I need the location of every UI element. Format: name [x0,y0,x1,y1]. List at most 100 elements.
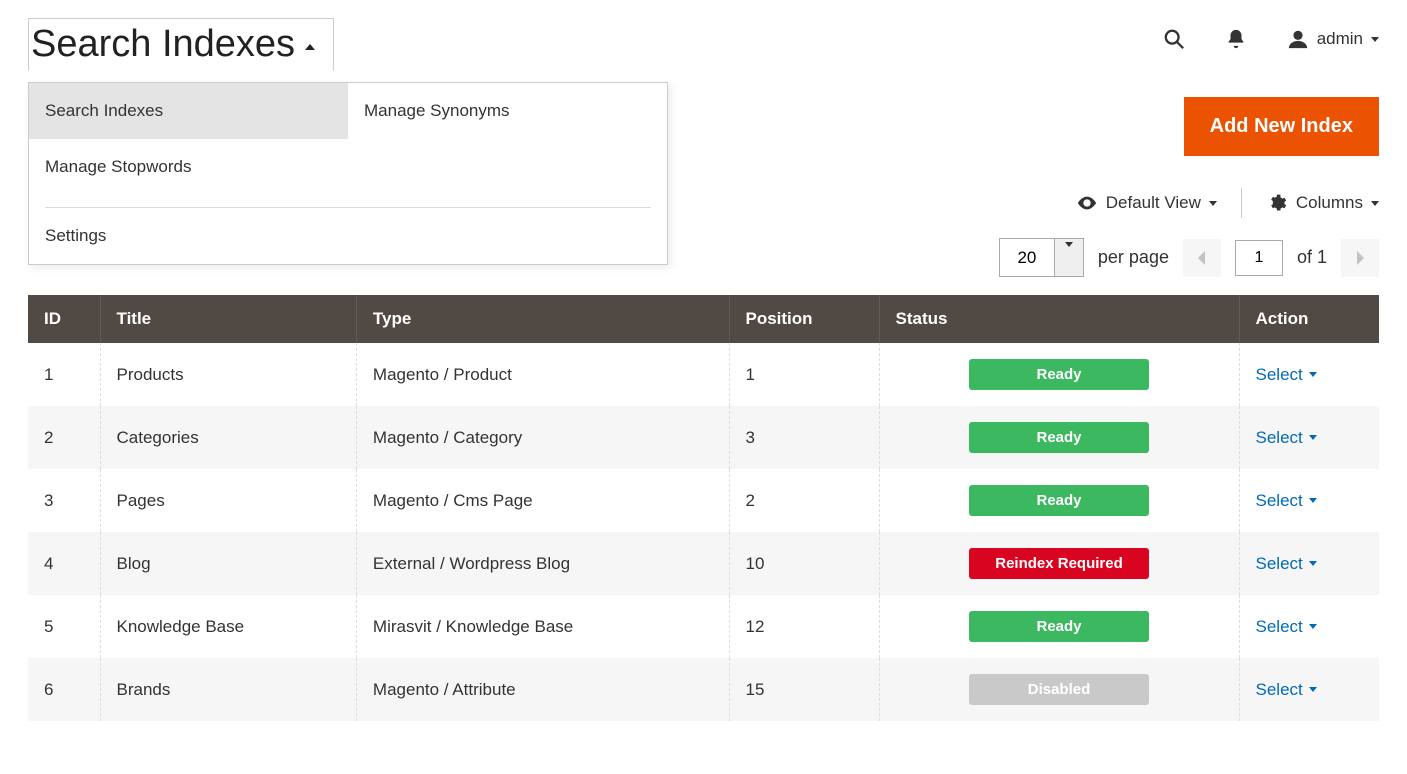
col-title[interactable]: Title [100,295,356,343]
select-action[interactable]: Select [1256,554,1317,574]
cell-type: Magento / Product [356,343,729,406]
table-row: 6BrandsMagento / Attribute15 Disabled Sele… [28,658,1379,721]
col-position[interactable]: Position [729,295,879,343]
cell-action: Select [1239,658,1379,721]
select-action-label: Select [1256,491,1303,511]
select-action-label: Select [1256,554,1303,574]
cell-status: Ready [879,406,1239,469]
user-icon [1287,28,1309,50]
caret-up-icon [305,44,315,50]
cell-type: Magento / Cms Page [356,469,729,532]
page-size-control [999,238,1084,277]
cell-title: Pages [100,469,356,532]
cell-type: Mirasvit / Knowledge Base [356,595,729,658]
status-badge: Reindex Required [969,548,1149,579]
cell-status: Disabled [879,658,1239,721]
per-page-label: per page [1098,247,1169,268]
cell-action: Select [1239,595,1379,658]
status-badge: Disabled [969,674,1149,705]
cell-status: Ready [879,343,1239,406]
page-header: Search Indexes Search Indexes Manage Syn… [0,0,1407,81]
cell-position: 15 [729,658,879,721]
select-action-label: Select [1256,680,1303,700]
select-action[interactable]: Select [1256,680,1317,700]
columns-label: Columns [1296,193,1363,213]
select-action[interactable]: Select [1256,428,1317,448]
cell-title: Categories [100,406,356,469]
user-label: admin [1317,29,1363,49]
cell-position: 12 [729,595,879,658]
cell-type: Magento / Attribute [356,658,729,721]
select-action-label: Select [1256,365,1303,385]
dropdown-item-search-indexes[interactable]: Search Indexes [29,83,348,139]
indexes-table: ID Title Type Position Status Action 1Pr… [28,295,1379,721]
table-header-row: ID Title Type Position Status Action [28,295,1379,343]
table-row: 1ProductsMagento / Product1ReadySelect [28,343,1379,406]
cell-position: 1 [729,343,879,406]
search-icon[interactable] [1163,28,1185,50]
vertical-divider [1241,188,1242,218]
eye-icon [1076,192,1098,214]
select-action-label: Select [1256,428,1303,448]
columns-toggle[interactable]: Columns [1266,192,1379,214]
cell-title: Brands [100,658,356,721]
page-title[interactable]: Search Indexes [28,18,334,71]
total-pages-label: of 1 [1297,247,1327,268]
page-title-with-dropdown: Search Indexes Search Indexes Manage Syn… [28,18,334,71]
select-action[interactable]: Select [1256,491,1317,511]
cell-action: Select [1239,469,1379,532]
caret-down-icon [1309,372,1317,377]
caret-down-icon [1209,201,1217,206]
select-action[interactable]: Select [1256,617,1317,637]
dropdown-item-manage-synonyms[interactable]: Manage Synonyms [348,83,667,139]
caret-down-icon [1309,498,1317,503]
cell-status: Ready [879,595,1239,658]
next-page-button[interactable] [1341,239,1379,277]
page-size-input[interactable] [1000,240,1054,276]
status-badge: Ready [969,611,1149,642]
cell-action: Select [1239,406,1379,469]
page-size-dropdown[interactable] [1054,239,1083,276]
page-title-text: Search Indexes [31,23,295,66]
cell-type: Magento / Category [356,406,729,469]
cell-status: Reindex Required [879,532,1239,595]
cell-title: Products [100,343,356,406]
cell-status: Ready [879,469,1239,532]
caret-down-icon [1309,687,1317,692]
cell-action: Select [1239,532,1379,595]
cell-id: 3 [28,469,100,532]
table-row: 2CategoriesMagento / Category3ReadySelec… [28,406,1379,469]
gear-icon [1266,192,1288,214]
caret-down-icon [1371,37,1379,42]
page-number-input[interactable] [1235,240,1283,276]
select-action[interactable]: Select [1256,365,1317,385]
cell-position: 3 [729,406,879,469]
default-view-label: Default View [1106,193,1201,213]
prev-page-button[interactable] [1183,239,1221,277]
user-menu[interactable]: admin [1287,28,1379,50]
add-new-index-button[interactable]: Add New Index [1184,97,1379,156]
cell-action: Select [1239,343,1379,406]
default-view-toggle[interactable]: Default View [1076,192,1217,214]
bell-icon[interactable] [1225,28,1247,50]
cell-title: Knowledge Base [100,595,356,658]
dropdown-item-manage-stopwords[interactable]: Manage Stopwords [29,139,348,195]
cell-position: 10 [729,532,879,595]
cell-position: 2 [729,469,879,532]
col-action[interactable]: Action [1239,295,1379,343]
table-row: 5Knowledge BaseMirasvit / Knowledge Base… [28,595,1379,658]
status-badge: Ready [969,422,1149,453]
cell-id: 1 [28,343,100,406]
cell-type: External / Wordpress Blog [356,532,729,595]
col-id[interactable]: ID [28,295,100,343]
caret-down-icon [1309,624,1317,629]
col-status[interactable]: Status [879,295,1239,343]
dropdown-item-settings[interactable]: Settings [29,208,348,264]
col-type[interactable]: Type [356,295,729,343]
cell-id: 6 [28,658,100,721]
caret-down-icon [1065,242,1073,267]
cell-title: Blog [100,532,356,595]
cell-id: 5 [28,595,100,658]
caret-down-icon [1309,435,1317,440]
table-row: 3PagesMagento / Cms Page2Ready Select [28,469,1379,532]
